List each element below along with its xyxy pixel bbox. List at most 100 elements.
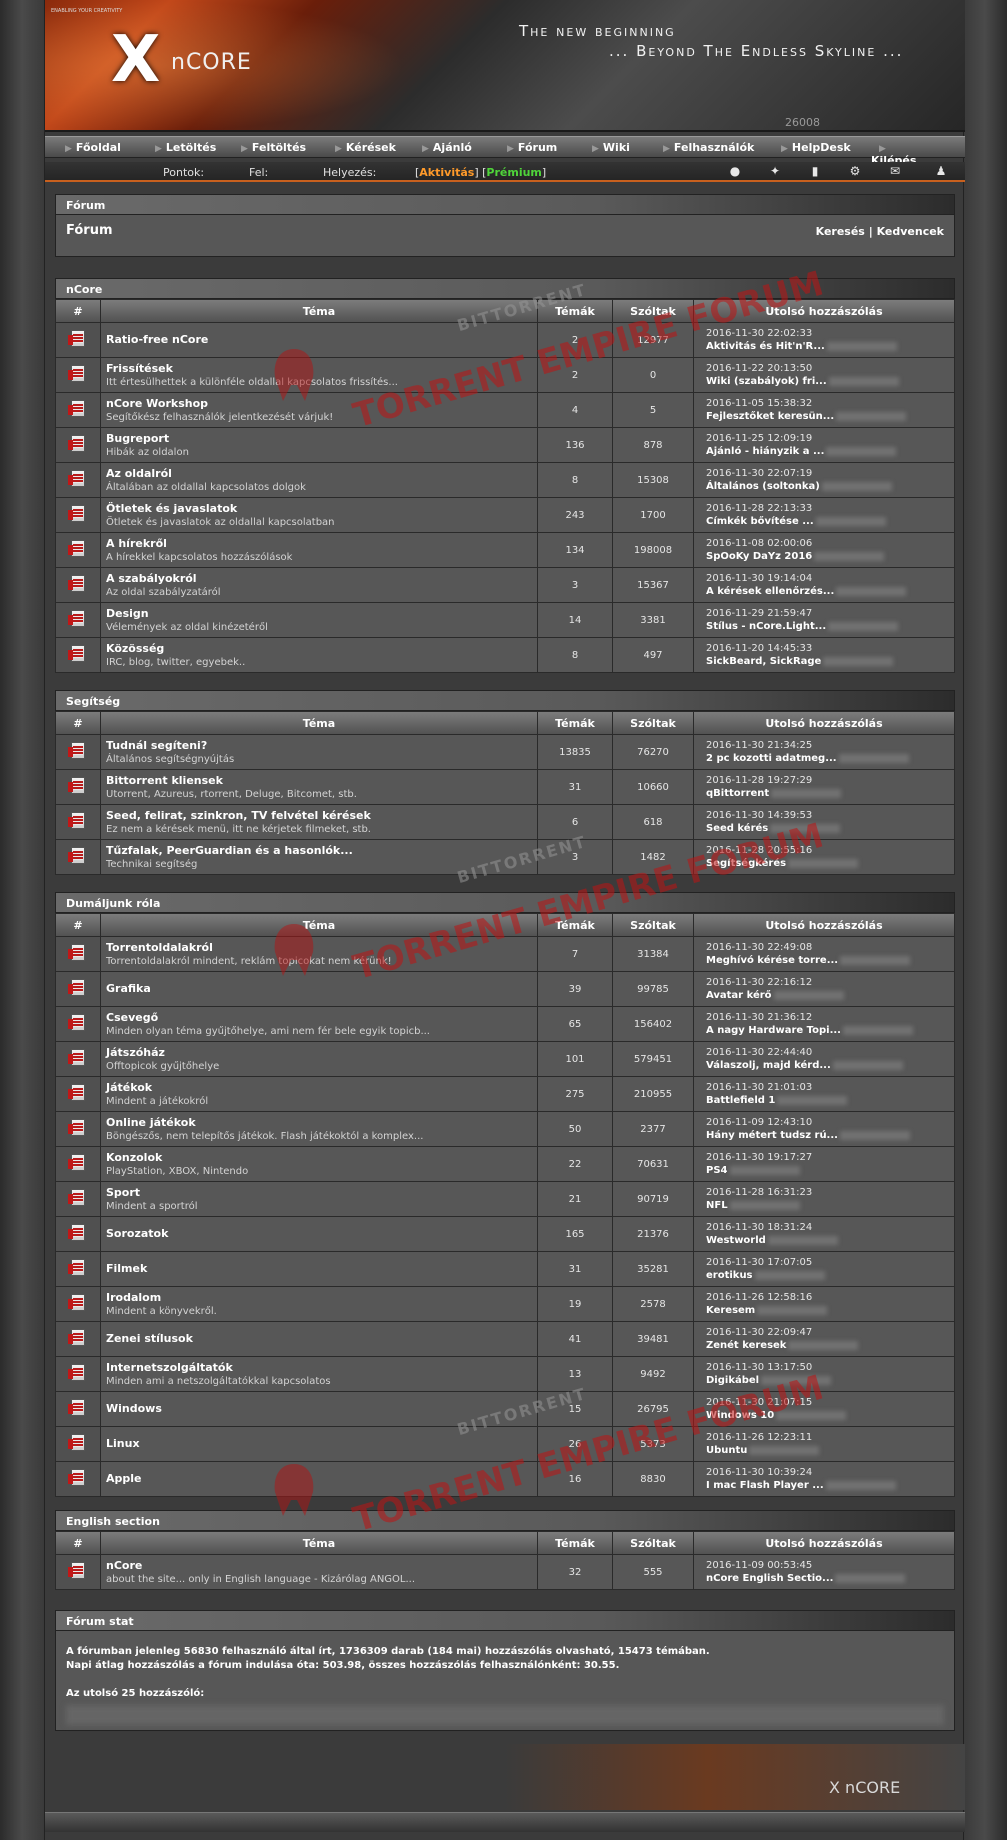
last-post-topic-link[interactable]: erotikus bbox=[706, 1270, 753, 1281]
forum-title-link[interactable]: Internetszolgáltatók bbox=[106, 1361, 537, 1374]
last-post-topic-link[interactable]: qBittorrent bbox=[706, 788, 769, 799]
last-post-author[interactable] bbox=[825, 1480, 896, 1490]
section-header[interactable]: nCore bbox=[55, 278, 955, 299]
nav-keresek[interactable]: ▶ Kérések bbox=[335, 141, 396, 154]
last-post-author[interactable] bbox=[842, 1025, 913, 1035]
last-post-topic-link[interactable]: Címkék bővítése ... bbox=[706, 516, 814, 527]
messages-icon[interactable]: ✉ bbox=[887, 164, 903, 178]
forum-title-link[interactable]: Játszóház bbox=[106, 1046, 537, 1059]
warning-icon[interactable]: ● bbox=[727, 164, 743, 178]
last-post-author[interactable] bbox=[788, 1340, 859, 1350]
nav-ajanlo[interactable]: ▶ Ajánló bbox=[422, 141, 472, 154]
forum-title-link[interactable]: Design bbox=[106, 607, 537, 620]
section-header[interactable]: English section bbox=[55, 1510, 955, 1531]
last-post-author[interactable] bbox=[754, 1270, 825, 1280]
forum-title-link[interactable]: Windows bbox=[106, 1402, 537, 1415]
forum-title-link[interactable]: Közösség bbox=[106, 642, 537, 655]
last-post-topic-link[interactable]: Általános (soltonka) bbox=[706, 481, 820, 492]
last-post-topic-link[interactable]: Seed kérés bbox=[706, 823, 768, 834]
forum-title-link[interactable]: Az oldalról bbox=[106, 467, 537, 480]
last-post-topic-link[interactable]: Meghívó kérése torre... bbox=[706, 955, 838, 966]
section-header[interactable]: Dumáljunk róla bbox=[55, 892, 955, 913]
last-post-author[interactable] bbox=[826, 446, 897, 456]
last-post-author[interactable] bbox=[767, 1235, 838, 1245]
last-post-author[interactable] bbox=[814, 551, 885, 561]
last-post-topic-link[interactable]: A kérések ellenőrzés... bbox=[706, 586, 834, 597]
forum-title-link[interactable]: Bittorrent kliensek bbox=[106, 774, 537, 787]
forum-title-link[interactable]: Grafika bbox=[106, 982, 537, 995]
last-post-topic-link[interactable]: Battlefield 1 bbox=[706, 1095, 775, 1106]
users-icon[interactable]: ♟ bbox=[933, 164, 949, 178]
last-post-author[interactable] bbox=[761, 1375, 832, 1385]
nav-fooldal[interactable]: ▶ Főoldal bbox=[65, 141, 121, 154]
last-post-author[interactable] bbox=[839, 1130, 910, 1140]
forum-title-link[interactable]: nCore Workshop bbox=[106, 397, 537, 410]
last-post-author[interactable] bbox=[776, 1410, 847, 1420]
last-post-topic-link[interactable]: Wiki (szabályok) fri... bbox=[706, 376, 827, 387]
forum-title-link[interactable]: Seed, felirat, szinkron, TV felvétel kér… bbox=[106, 809, 537, 822]
last-post-topic-link[interactable]: Válaszolj, majd kérd... bbox=[706, 1060, 831, 1071]
last-post-topic-link[interactable]: I mac Flash Player ... bbox=[706, 1480, 824, 1491]
last-post-topic-link[interactable]: 2 pc kozotti adatmeg... bbox=[706, 753, 837, 764]
forum-title-link[interactable]: Frissítések bbox=[106, 362, 537, 375]
last-post-author[interactable] bbox=[823, 656, 894, 666]
logo-text[interactable]: nCORE bbox=[171, 50, 252, 75]
last-post-author[interactable] bbox=[815, 516, 886, 526]
forum-title-link[interactable]: Online játékok bbox=[106, 1116, 537, 1129]
settings-icon[interactable]: ⚙ bbox=[847, 164, 863, 178]
last-post-topic-link[interactable]: SpOoKy DaYz 2016 bbox=[706, 551, 812, 562]
forum-title-link[interactable]: Linux bbox=[106, 1437, 537, 1450]
last-post-topic-link[interactable]: Hány métert tudsz rú... bbox=[706, 1130, 838, 1141]
section-header[interactable]: Segítség bbox=[55, 690, 955, 711]
book-icon[interactable]: ▮ bbox=[807, 164, 823, 178]
last-post-author[interactable] bbox=[828, 621, 899, 631]
forum-title-link[interactable]: Apple bbox=[106, 1472, 537, 1485]
forum-title-link[interactable]: Tudnál segíteni? bbox=[106, 739, 537, 752]
forum-title-link[interactable]: A szabályokról bbox=[106, 572, 537, 585]
last-post-topic-link[interactable]: Zenét keresek bbox=[706, 1340, 786, 1351]
last-post-topic-link[interactable]: Stílus - nCore.Light... bbox=[706, 621, 826, 632]
last-post-topic-link[interactable]: Digikábel bbox=[706, 1375, 759, 1386]
last-post-topic-link[interactable]: nCore English Sectio... bbox=[706, 1573, 833, 1584]
last-post-author[interactable] bbox=[836, 411, 907, 421]
last-post-topic-link[interactable]: NFL bbox=[706, 1200, 728, 1211]
forum-title-link[interactable]: Sorozatok bbox=[106, 1227, 537, 1240]
forum-title-link[interactable]: Torrentoldalakról bbox=[106, 941, 537, 954]
nav-forum[interactable]: ▶ Fórum bbox=[507, 141, 557, 154]
last-post-author[interactable] bbox=[832, 1060, 903, 1070]
forum-title-link[interactable]: A hírekről bbox=[106, 537, 537, 550]
last-post-topic-link[interactable]: Fejlesztőket keresün... bbox=[706, 411, 834, 422]
last-post-author[interactable] bbox=[770, 823, 841, 833]
runner-icon[interactable]: ✦ bbox=[767, 164, 783, 178]
nav-felhasznalok[interactable]: ▶ Felhasználók bbox=[663, 141, 754, 154]
last-post-topic-link[interactable]: Ajánló - hiányzik a ... bbox=[706, 446, 824, 457]
forum-title-link[interactable]: Bugreport bbox=[106, 432, 537, 445]
last-post-author[interactable] bbox=[788, 858, 859, 868]
footer-logo[interactable]: X nCORE bbox=[829, 1778, 900, 1797]
last-post-author[interactable] bbox=[836, 586, 907, 596]
forum-title-link[interactable]: Konzolok bbox=[106, 1151, 537, 1164]
last-post-author[interactable] bbox=[757, 1305, 828, 1315]
last-post-author[interactable] bbox=[771, 788, 842, 798]
last-post-topic-link[interactable]: Westworld bbox=[706, 1235, 766, 1246]
last-post-topic-link[interactable]: PS4 bbox=[706, 1165, 728, 1176]
forum-title-link[interactable]: Játékok bbox=[106, 1081, 537, 1094]
last-post-topic-link[interactable]: Keresem bbox=[706, 1305, 755, 1316]
nav-wiki[interactable]: ▶ Wiki bbox=[592, 141, 630, 154]
activity-link[interactable]: Aktivitás bbox=[419, 166, 474, 179]
last-post-topic-link[interactable]: Ubuntu bbox=[706, 1445, 747, 1456]
last-post-author[interactable] bbox=[729, 1165, 800, 1175]
last-post-topic-link[interactable]: A nagy Hardware Topi... bbox=[706, 1025, 841, 1036]
forum-title-link[interactable]: Csevegő bbox=[106, 1011, 537, 1024]
last-post-author[interactable] bbox=[840, 955, 911, 965]
last-post-topic-link[interactable]: Windows 10 bbox=[706, 1410, 774, 1421]
favourites-link[interactable]: Kedvencek bbox=[877, 225, 944, 238]
logo-mark[interactable]: X bbox=[111, 28, 160, 92]
forum-title-link[interactable]: Ötletek és javaslatok bbox=[106, 502, 537, 515]
last-post-author[interactable] bbox=[749, 1445, 820, 1455]
last-post-author[interactable] bbox=[729, 1200, 800, 1210]
forum-title-link[interactable]: Zenei stílusok bbox=[106, 1332, 537, 1345]
last-post-topic-link[interactable]: Avatar kérő bbox=[706, 990, 772, 1001]
forum-title-link[interactable]: Ratio-free nCore bbox=[106, 333, 537, 346]
nav-feltoltes[interactable]: ▶ Feltöltés bbox=[241, 141, 306, 154]
